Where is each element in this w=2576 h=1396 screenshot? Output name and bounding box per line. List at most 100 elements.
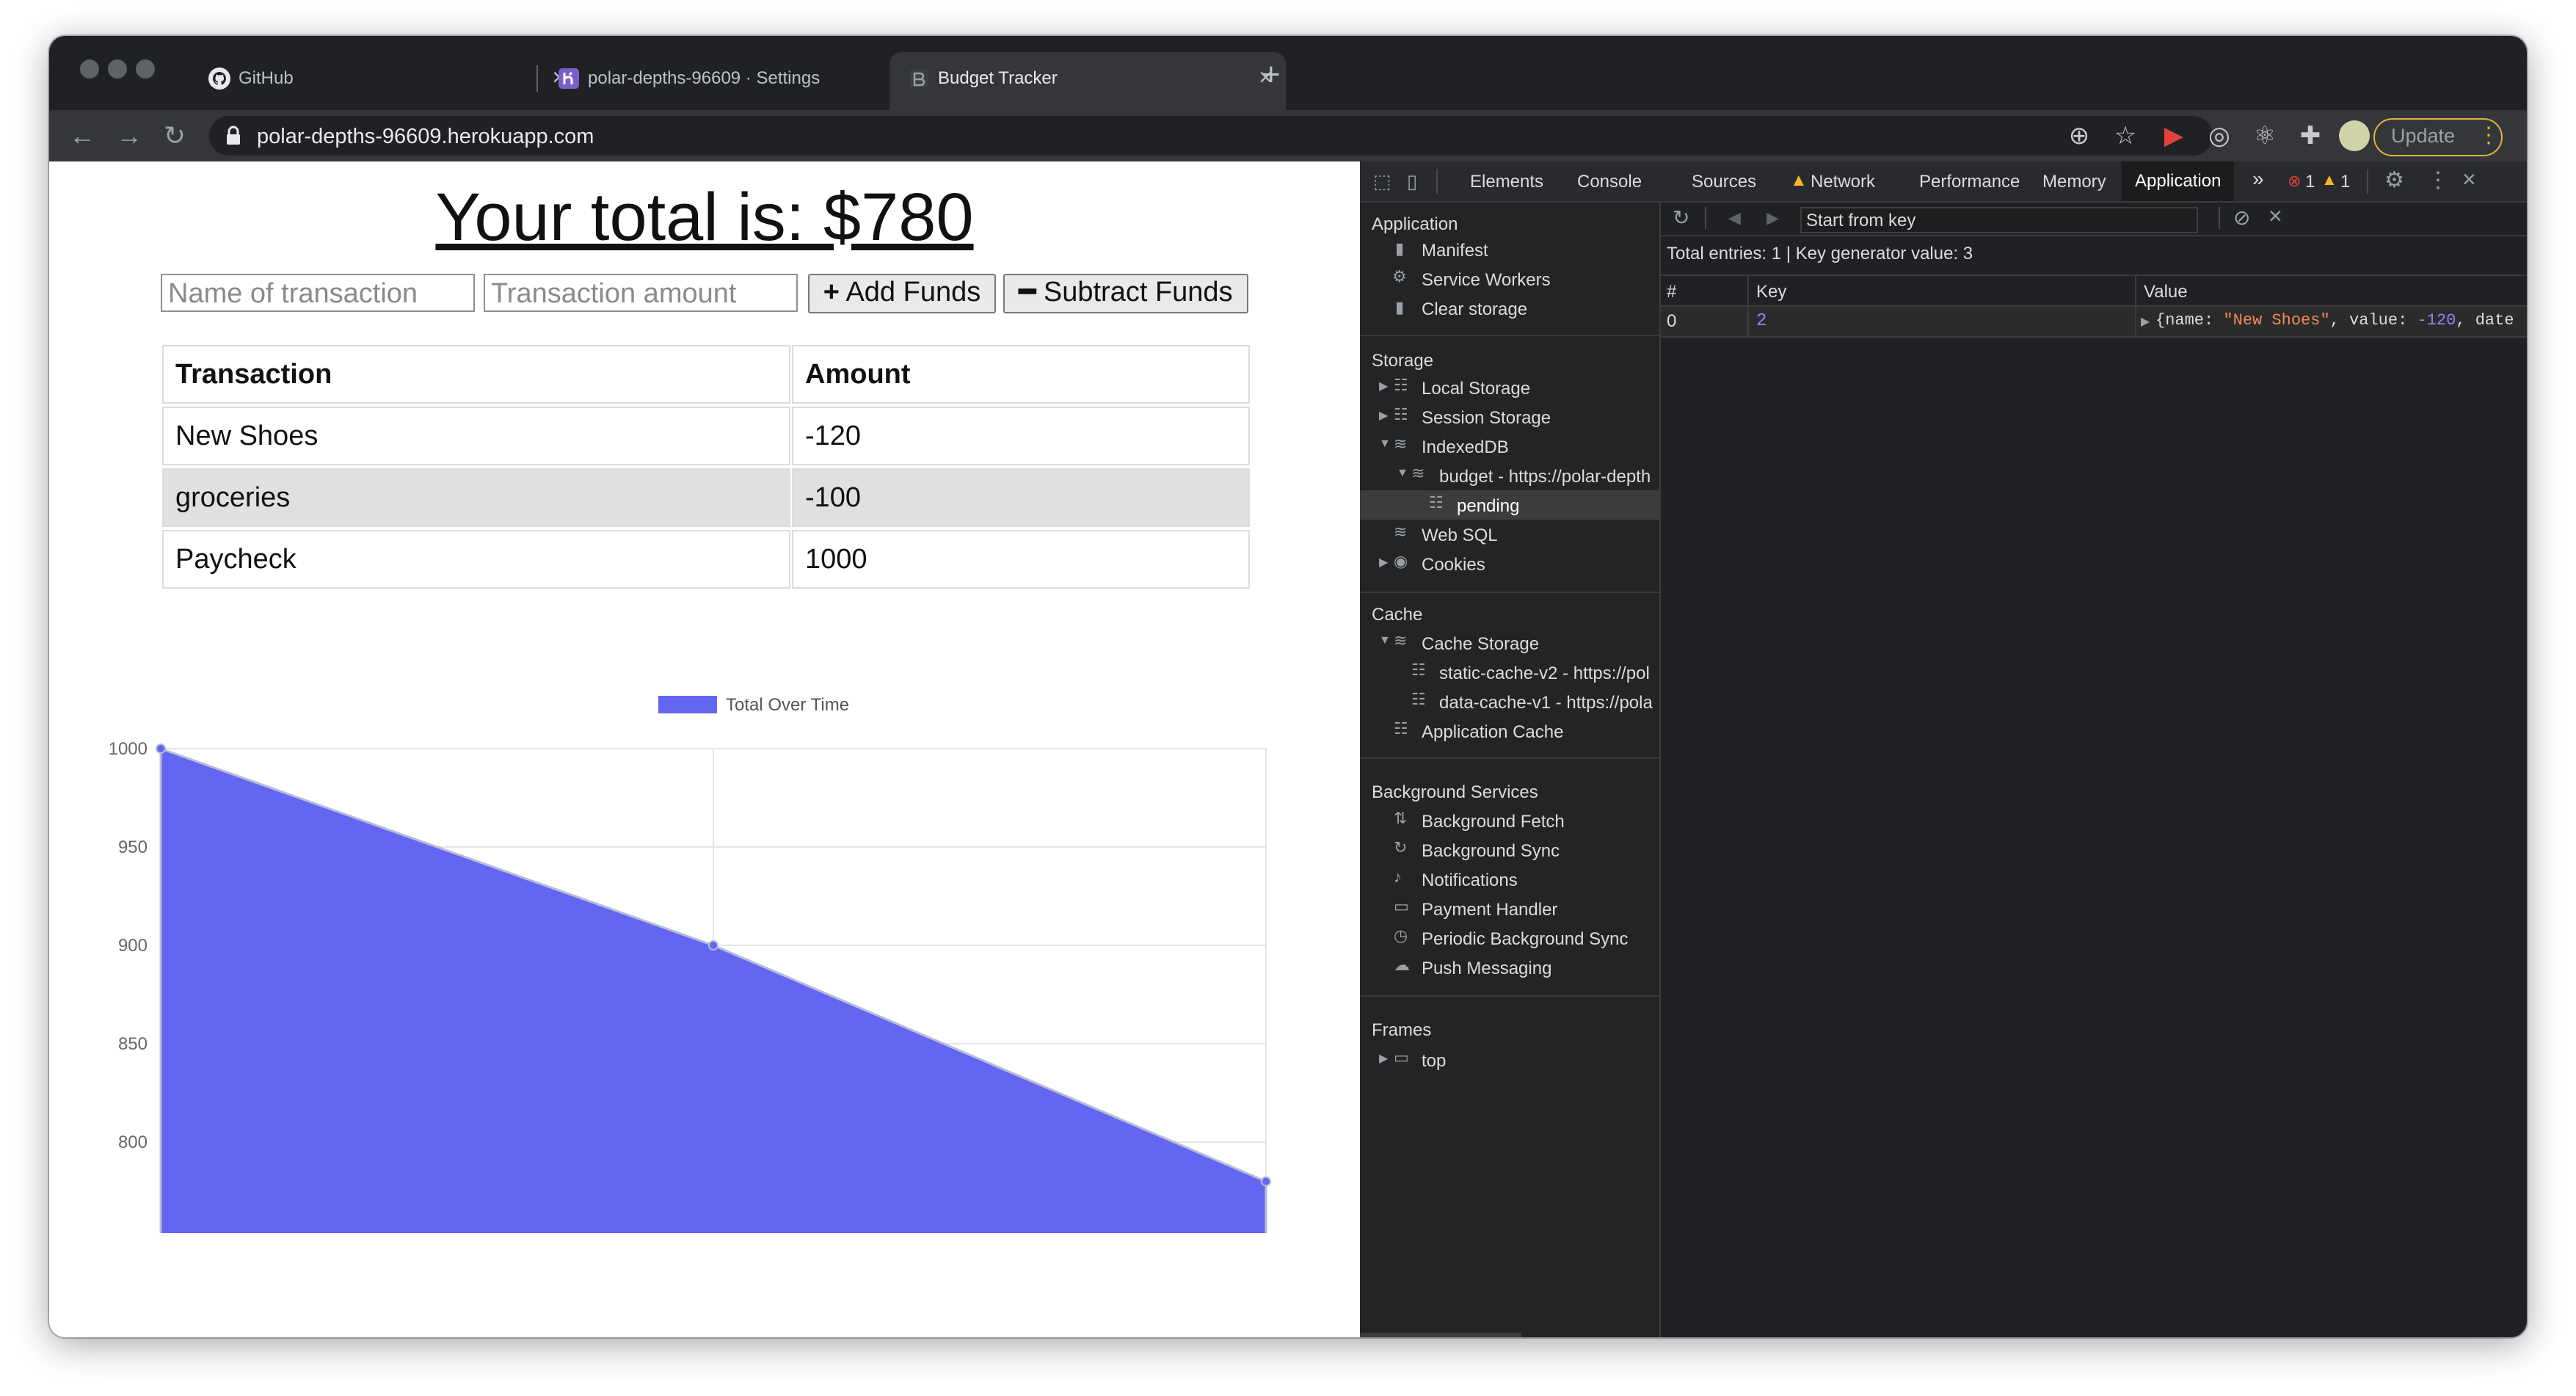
tab-heroku[interactable]: polar-depths-96609 · Settings × [539, 52, 928, 110]
update-button[interactable]: Update ⋮ [2373, 118, 2503, 156]
sidebar-scrollbar[interactable] [1360, 1333, 1521, 1337]
tab-budget-tracker[interactable]: Budget Tracker × [889, 52, 1286, 110]
trash-icon: ▮ [1395, 298, 1405, 316]
start-from-key-input[interactable]: Start from key [1800, 207, 2198, 233]
collapse-arrow-icon[interactable]: ▼ [1397, 467, 1408, 480]
tab-memory[interactable]: Memory [2042, 172, 2106, 192]
sidebar-item-manifest[interactable]: Manifest [1422, 241, 1488, 261]
sidebar-item-clear-storage[interactable]: Clear storage [1422, 299, 1527, 320]
sidebar-item-budget-db[interactable]: budget - https://polar-depth [1439, 467, 1651, 487]
amount-placeholder: Transaction amount [491, 278, 737, 309]
sidebar-item-web-sql[interactable]: Web SQL [1422, 526, 1498, 546]
clear-object-store-icon[interactable]: ⊘ [2233, 206, 2250, 230]
tab-network[interactable]: Network [1811, 172, 1875, 192]
application-sidebar: Application ▮ Manifest ⚙ Service Workers… [1360, 203, 1661, 1337]
sidebar-item-pending[interactable]: pending [1457, 496, 1519, 517]
table-row[interactable]: 0 2 ▶ {name: "New Shoes", value: -120, d… [1661, 307, 2527, 338]
value-number: -120 [2417, 311, 2456, 330]
error-count[interactable]: 1 [2305, 172, 2315, 192]
previous-page-icon[interactable]: ◀ [1728, 208, 1741, 228]
column-index[interactable]: # [1667, 282, 1676, 302]
expand-value-icon[interactable]: ▶ [2141, 314, 2150, 329]
devtools-panel: ⬚ ▯ Elements Console Sources ▲ Network P… [1360, 161, 2527, 1337]
cloud-icon: ☁ [1394, 956, 1410, 974]
sidebar-item-data-cache[interactable]: data-cache-v1 - https://pola [1439, 693, 1653, 713]
back-arrow-icon[interactable]: ← [64, 117, 101, 154]
next-page-icon[interactable]: ▶ [1767, 208, 1779, 228]
sidebar-item-cookies[interactable]: Cookies [1422, 555, 1485, 575]
extension-record-icon[interactable]: ▶ [2155, 117, 2192, 154]
column-value[interactable]: Value [2144, 282, 2188, 302]
zoom-window-button[interactable] [136, 59, 155, 79]
sidebar-item-cache-storage[interactable]: Cache Storage [1422, 634, 1539, 655]
refresh-icon[interactable]: ↻ [1673, 206, 1689, 230]
payment-card-icon: ▭ [1394, 897, 1409, 915]
add-funds-button[interactable]: + Add Funds [808, 274, 996, 313]
bookmark-star-icon[interactable]: ☆ [2107, 117, 2144, 154]
close-devtools-icon[interactable]: × [2462, 166, 2476, 193]
avatar[interactable] [2339, 120, 2370, 151]
tab-elements[interactable]: Elements [1470, 172, 1543, 192]
total-over-time-chart: 10009509008508007501/29/20211/29/20211/3… [109, 695, 1271, 1233]
warning-count[interactable]: 1 [2340, 172, 2350, 192]
value-mid: , value: [2329, 311, 2417, 330]
sidebar-item-background-sync[interactable]: Background Sync [1422, 841, 1560, 862]
sidebar-item-push-messaging[interactable]: Push Messaging [1422, 959, 1551, 979]
sidebar-item-payment-handler[interactable]: Payment Handler [1422, 900, 1557, 920]
install-icon[interactable]: ⊕ [2061, 117, 2097, 154]
tab-performance[interactable]: Performance [1919, 172, 2020, 192]
browser-toolbar: ← → ↻ polar-depths-96609.herokuapp.com ⊕… [49, 110, 2527, 161]
plus-icon: + [823, 277, 840, 308]
address-bar[interactable]: polar-depths-96609.herokuapp.com ⊕ ☆ [209, 116, 2213, 156]
more-tabs-icon[interactable]: » [2252, 167, 2264, 191]
sidebar-item-service-workers[interactable]: Service Workers [1422, 270, 1551, 291]
tab-github[interactable]: GitHub × [190, 52, 579, 110]
transaction-amount-input[interactable]: Transaction amount [484, 274, 798, 312]
sidebar-item-session-storage[interactable]: Session Storage [1422, 408, 1551, 429]
expand-arrow-icon[interactable]: ▶ [1379, 555, 1388, 570]
react-devtools-icon[interactable]: ⚛ [2246, 117, 2283, 154]
sidebar-item-application-cache[interactable]: Application Cache [1422, 722, 1563, 743]
expand-arrow-icon[interactable]: ▶ [1379, 379, 1388, 393]
sidebar-item-static-cache[interactable]: static-cache-v2 - https://pol [1439, 664, 1650, 684]
table-row-amount: -120 [792, 407, 1250, 465]
device-toolbar-icon[interactable]: ▯ [1407, 170, 1417, 193]
devtools-menu-icon[interactable]: ⋮ [2427, 167, 2449, 193]
new-tab-button[interactable]: + [1262, 57, 1281, 93]
minimize-window-button[interactable] [108, 59, 127, 79]
sidebar-item-periodic-sync[interactable]: Periodic Background Sync [1422, 929, 1628, 950]
table-grid-icon: ☷ [1411, 661, 1426, 679]
delete-selected-icon[interactable]: × [2268, 203, 2282, 230]
sidebar-item-background-fetch[interactable]: Background Fetch [1422, 812, 1565, 832]
table-row-amount: -100 [792, 468, 1250, 527]
subtract-funds-button[interactable]: ━ Subtract Funds [1003, 274, 1248, 313]
sidebar-item-indexeddb[interactable]: IndexedDB [1422, 437, 1509, 458]
inspect-element-icon[interactable]: ⬚ [1373, 170, 1391, 193]
tab-sources[interactable]: Sources [1692, 172, 1756, 192]
sidebar-item-frame-top[interactable]: top [1422, 1051, 1446, 1072]
tab-title: polar-depths-96609 · Settings [588, 68, 821, 88]
collapse-arrow-icon[interactable]: ▼ [1379, 437, 1391, 451]
sidebar-item-local-storage[interactable]: Local Storage [1422, 379, 1530, 399]
budget-page: Your total is: $780 Name of transaction … [49, 161, 1360, 1337]
warning-icon: ▲ [1790, 170, 1808, 190]
column-key[interactable]: Key [1756, 282, 1786, 302]
toolbar-divider [2219, 207, 2220, 229]
tab-console[interactable]: Console [1577, 172, 1642, 192]
close-window-button[interactable] [80, 59, 99, 79]
value-name: "New Shoes" [2223, 311, 2330, 330]
reload-icon[interactable]: ↻ [156, 117, 193, 154]
collapse-arrow-icon[interactable]: ▼ [1379, 634, 1391, 647]
sidebar-item-notifications[interactable]: Notifications [1422, 870, 1518, 891]
toolbar-divider [2367, 169, 2368, 194]
tab-title: Budget Tracker [938, 68, 1058, 88]
warning-count-icon: ▲ [2321, 170, 2337, 189]
extension-circle-icon[interactable]: ◎ [2201, 117, 2238, 154]
expand-arrow-icon[interactable]: ▶ [1379, 1051, 1388, 1066]
tab-application[interactable]: Application [2122, 161, 2235, 201]
transaction-name-input[interactable]: Name of transaction [161, 274, 475, 312]
extensions-puzzle-icon[interactable]: ✚ [2292, 117, 2329, 154]
expand-arrow-icon[interactable]: ▶ [1379, 408, 1388, 423]
settings-gear-icon[interactable]: ⚙ [2384, 167, 2404, 193]
forward-arrow-icon[interactable]: → [111, 117, 148, 154]
